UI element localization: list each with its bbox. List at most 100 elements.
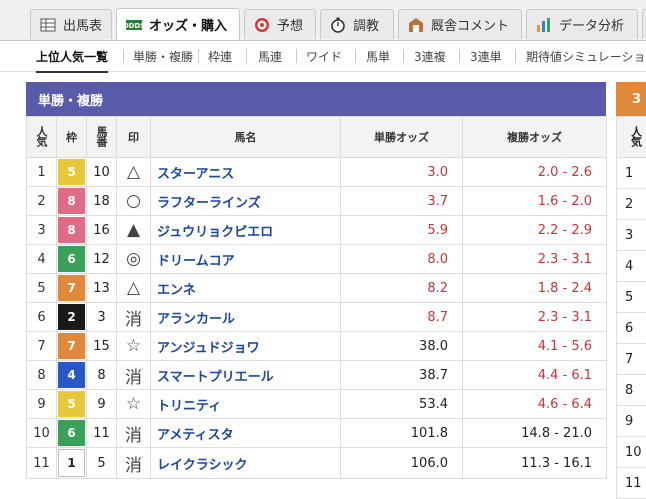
place-odds-cell[interactable]: 2.3 - 3.1 bbox=[463, 245, 607, 274]
place-odds-cell[interactable]: 2.2 - 2.9 bbox=[463, 216, 607, 245]
subnav-divider bbox=[515, 49, 516, 63]
horse-name-link[interactable]: スターアニス bbox=[151, 158, 341, 187]
frame-badge: 5 bbox=[58, 159, 85, 185]
win-odds-cell[interactable]: 38.7 bbox=[341, 361, 463, 390]
subnav-win-place[interactable]: 単勝・複勝 bbox=[133, 48, 193, 65]
stable-icon bbox=[407, 17, 425, 33]
popularity-cell: 5 bbox=[27, 274, 57, 303]
tab-odds-purchase[interactable]: ODDS オッズ・購入 bbox=[116, 8, 240, 40]
horse-name-link[interactable]: アランカール bbox=[151, 303, 341, 332]
second-panel-popularity-cell: 8 bbox=[617, 375, 646, 406]
subnav-wide[interactable]: ワイド bbox=[306, 48, 342, 65]
prediction-mark-cell[interactable]: ○ bbox=[117, 187, 151, 216]
place-odds-cell[interactable]: 2.0 - 2.6 bbox=[463, 158, 607, 187]
header-win-odds: 単勝オッズ bbox=[341, 117, 463, 158]
table-row: 7 bbox=[617, 344, 646, 375]
prediction-mark-cell[interactable]: ☆ bbox=[117, 390, 151, 419]
frame-badge: 8 bbox=[58, 217, 85, 243]
horse-number-cell: 10 bbox=[87, 158, 117, 187]
subnav-divider bbox=[355, 49, 356, 63]
second-panel-title: 3 bbox=[616, 82, 646, 116]
place-odds-cell[interactable]: 1.6 - 2.0 bbox=[463, 187, 607, 216]
horse-number-cell: 8 bbox=[87, 361, 117, 390]
table-row: 1115消レイクラシック106.011.3 - 16.1 bbox=[27, 448, 607, 479]
second-panel-popularity-cell: 1 bbox=[617, 158, 646, 189]
subnav-exacta[interactable]: 馬単 bbox=[366, 48, 390, 65]
subnav-bracket-quinella[interactable]: 枠連 bbox=[208, 48, 232, 65]
horse-name-link[interactable]: アンジュドジョワ bbox=[151, 332, 341, 361]
tab-prediction[interactable]: 予想 bbox=[244, 9, 316, 39]
odds-ticket-icon: ODDS bbox=[125, 17, 143, 33]
frame-badge: 1 bbox=[58, 449, 85, 477]
win-odds-cell[interactable]: 3.0 bbox=[341, 158, 463, 187]
prediction-mark-cell[interactable]: ◎ bbox=[117, 245, 151, 274]
win-odds-cell[interactable]: 38.0 bbox=[341, 332, 463, 361]
prediction-mark: 消 bbox=[125, 368, 142, 388]
place-odds-cell[interactable]: 4.1 - 5.6 bbox=[463, 332, 607, 361]
frame-badge: 6 bbox=[58, 246, 85, 272]
horse-name-link[interactable]: スマートプリエール bbox=[151, 361, 341, 390]
tab-label: 調教 bbox=[353, 15, 379, 34]
tab-training[interactable]: 調教 bbox=[320, 9, 394, 39]
place-odds-cell[interactable]: 4.6 - 6.4 bbox=[463, 390, 607, 419]
prediction-mark-cell[interactable]: △ bbox=[117, 158, 151, 187]
tab-entries[interactable]: 出馬表 bbox=[30, 9, 112, 39]
tab-label: 予想 bbox=[277, 15, 303, 34]
table-icon bbox=[39, 17, 57, 33]
frame-cell: 7 bbox=[57, 274, 87, 303]
prediction-mark-cell[interactable]: 消 bbox=[117, 448, 151, 479]
table-row: 11 bbox=[617, 468, 646, 499]
win-odds-cell[interactable]: 106.0 bbox=[341, 448, 463, 479]
horse-name-link[interactable]: ラフターラインズ bbox=[151, 187, 341, 216]
win-odds-cell[interactable]: 8.2 bbox=[341, 274, 463, 303]
place-odds-cell[interactable]: 11.3 - 16.1 bbox=[463, 448, 607, 479]
place-odds-cell[interactable]: 14.8 - 21.0 bbox=[463, 419, 607, 448]
tab-label: データ分析 bbox=[559, 15, 624, 34]
subnav-divider bbox=[403, 49, 404, 63]
win-odds-cell[interactable]: 101.8 bbox=[341, 419, 463, 448]
subnav-ev-simulation[interactable]: 期待値シミュレーショ bbox=[526, 48, 646, 65]
horse-name-link[interactable]: トリニティ bbox=[151, 390, 341, 419]
prediction-mark: ○ bbox=[126, 191, 141, 211]
second-panel-popularity-cell: 10 bbox=[617, 437, 646, 468]
tab-stable-comment[interactable]: 厩舎コメント bbox=[398, 9, 522, 39]
win-odds-cell[interactable]: 8.7 bbox=[341, 303, 463, 332]
tab-more[interactable] bbox=[642, 9, 646, 39]
table-row: 5713△エンネ8.21.8 - 2.4 bbox=[27, 274, 607, 303]
second-panel-popularity-cell: 6 bbox=[617, 313, 646, 344]
horse-name-link[interactable]: ジュウリョクピエロ bbox=[151, 216, 341, 245]
tab-data-analysis[interactable]: データ分析 bbox=[526, 9, 638, 39]
table-row: 2 bbox=[617, 189, 646, 220]
prediction-mark-cell[interactable]: ▲ bbox=[117, 216, 151, 245]
win-odds-cell[interactable]: 53.4 bbox=[341, 390, 463, 419]
prediction-mark: 消 bbox=[125, 426, 142, 446]
prediction-mark: ▲ bbox=[127, 220, 140, 240]
horse-name-link[interactable]: エンネ bbox=[151, 274, 341, 303]
stopwatch-icon bbox=[329, 17, 347, 33]
prediction-mark-cell[interactable]: 消 bbox=[117, 419, 151, 448]
prediction-mark: △ bbox=[127, 278, 140, 298]
prediction-mark: ☆ bbox=[126, 394, 141, 414]
horse-name-link[interactable]: レイクラシック bbox=[151, 448, 341, 479]
subnav-quinella[interactable]: 馬連 bbox=[258, 48, 282, 65]
top-tab-bar: 出馬表 ODDS オッズ・購入 予想 調教 厩舎コメント データ分析 bbox=[0, 0, 646, 41]
subnav-trio[interactable]: 3連複 bbox=[414, 48, 446, 65]
frame-cell: 4 bbox=[57, 361, 87, 390]
place-odds-cell[interactable]: 4.4 - 6.1 bbox=[463, 361, 607, 390]
win-odds-cell[interactable]: 8.0 bbox=[341, 245, 463, 274]
win-odds-cell[interactable]: 3.7 bbox=[341, 187, 463, 216]
horse-number-cell: 11 bbox=[87, 419, 117, 448]
prediction-mark-cell[interactable]: △ bbox=[117, 274, 151, 303]
place-odds-cell[interactable]: 2.3 - 3.1 bbox=[463, 303, 607, 332]
subnav-top-popular[interactable]: 上位人気一覧 bbox=[36, 48, 108, 65]
subnav-trifecta[interactable]: 3連単 bbox=[470, 48, 502, 65]
table-row: 5 bbox=[617, 282, 646, 313]
prediction-mark-cell[interactable]: 消 bbox=[117, 303, 151, 332]
prediction-mark-cell[interactable]: ☆ bbox=[117, 332, 151, 361]
win-odds-cell[interactable]: 5.9 bbox=[341, 216, 463, 245]
horse-name-link[interactable]: ドリームコア bbox=[151, 245, 341, 274]
place-odds-cell[interactable]: 1.8 - 2.4 bbox=[463, 274, 607, 303]
prediction-mark-cell[interactable]: 消 bbox=[117, 361, 151, 390]
horse-number-cell: 15 bbox=[87, 332, 117, 361]
horse-name-link[interactable]: アメティスタ bbox=[151, 419, 341, 448]
